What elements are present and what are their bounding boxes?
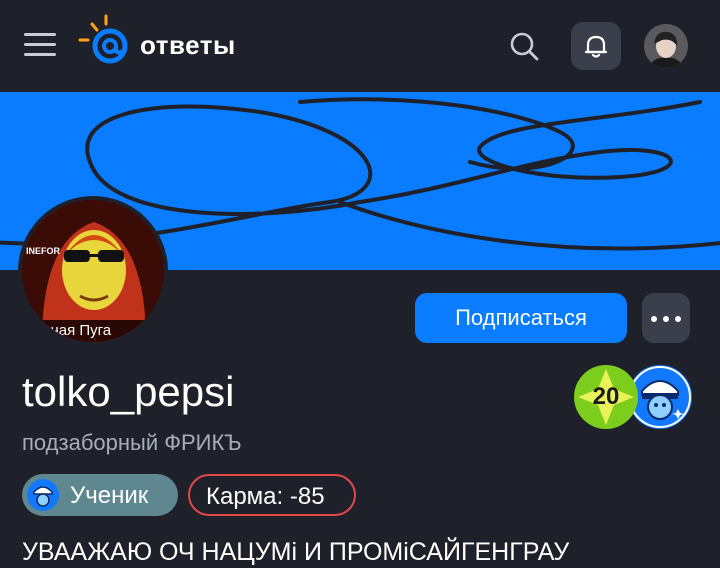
logo-text[interactable]: ответы xyxy=(140,30,236,61)
avatar-caption-bottom: ченная Пуга xyxy=(26,322,112,339)
level-label: Ученик xyxy=(70,482,149,509)
rank-badge[interactable]: 20 xyxy=(574,365,638,429)
rank-number: 20 xyxy=(592,383,620,410)
menu-icon[interactable] xyxy=(24,33,56,57)
karma-text: Карма: -85 xyxy=(206,483,325,511)
bell-icon xyxy=(584,35,608,58)
mascot-mini-icon xyxy=(27,479,59,511)
profile-about: УВААЖАЮ ОЧ НАЦУМi И ПРОМiСАЙГЕНГРАУ xyxy=(22,538,570,566)
user-avatar[interactable] xyxy=(644,24,688,68)
top-bar: ответы xyxy=(0,0,720,92)
profile-status: подзаборный ФРИКЪ xyxy=(22,430,242,455)
profile-username: tolko_pepsi xyxy=(22,368,235,415)
karma-label: Карма: xyxy=(206,483,284,510)
profile-avatar: INEFOR ченная Пуга xyxy=(18,196,168,346)
level-pill[interactable]: Ученик xyxy=(22,474,178,516)
notifications-button[interactable] xyxy=(571,22,621,70)
logo-mark xyxy=(78,14,128,64)
karma-pill[interactable]: Карма: -85 xyxy=(188,474,356,516)
more-options-button[interactable] xyxy=(642,293,690,343)
karma-value: -85 xyxy=(289,483,325,510)
subscribe-button[interactable]: Подписаться xyxy=(415,293,627,343)
avatar-caption-top: INEFOR xyxy=(26,246,61,256)
search-icon[interactable] xyxy=(508,30,542,64)
